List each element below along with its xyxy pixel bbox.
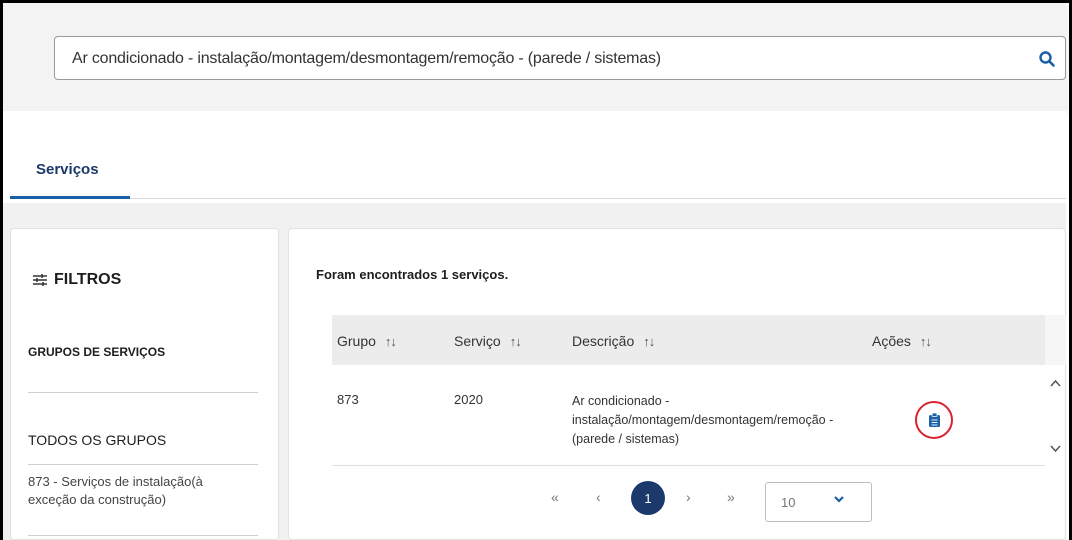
cell-servico: 2020 (454, 392, 483, 407)
sort-icon[interactable]: ↑↓ (643, 334, 655, 349)
tab-servicos[interactable]: Serviços (36, 161, 99, 178)
column-header-label: Grupo (337, 333, 376, 349)
divider (28, 535, 258, 536)
filter-icon (33, 274, 47, 286)
prev-page-button[interactable]: ‹ (596, 489, 601, 505)
cell-grupo: 873 (337, 392, 359, 407)
group-filter-item[interactable]: 873 - Serviços de instalação(à exceção d… (28, 473, 248, 509)
groups-section-label: GRUPOS DE SERVIÇOS (28, 345, 166, 359)
search-bar-area: Ar condicionado - instalação/montagem/de… (3, 3, 1066, 111)
search-input-value[interactable]: Ar condicionado - instalação/montagem/de… (72, 50, 661, 68)
tab-active-indicator (10, 196, 130, 199)
table-scrollbar[interactable] (1045, 365, 1066, 465)
row-divider (332, 465, 1045, 466)
current-page-button[interactable]: 1 (631, 481, 665, 515)
filters-title: FILTROS (32, 271, 121, 289)
results-panel: Foram encontrados 1 serviços. Grupo ↑↓ S… (288, 228, 1066, 540)
all-groups-filter[interactable]: TODOS OS GRUPOS (28, 432, 166, 448)
sort-icon[interactable]: ↑↓ (920, 334, 932, 349)
divider (28, 392, 258, 393)
tabs-bar: Serviços (3, 111, 1066, 203)
column-header-grupo[interactable]: Grupo ↑↓ (337, 333, 397, 349)
first-page-button[interactable]: « (551, 489, 559, 505)
search-input[interactable]: Ar condicionado - instalação/montagem/de… (54, 36, 1066, 80)
filters-title-text: FILTROS (54, 271, 122, 288)
results-count-text: Foram encontrados 1 serviços. (316, 267, 509, 282)
scroll-up-icon[interactable] (1050, 379, 1061, 387)
action-highlight-circle[interactable] (915, 401, 953, 439)
chevron-down-icon (834, 496, 844, 503)
scroll-down-icon[interactable] (1050, 445, 1061, 453)
divider (28, 464, 258, 465)
last-page-button[interactable]: » (727, 489, 735, 505)
page-size-select[interactable]: 10 (765, 482, 872, 522)
scrollbar-header (1045, 315, 1066, 365)
column-header-label: Serviço (454, 333, 501, 349)
clipboard-icon[interactable] (929, 413, 940, 427)
cell-descricao: Ar condicionado - instalação/montagem/de… (572, 394, 834, 446)
column-header-label: Descrição (572, 333, 635, 349)
tabs-divider (130, 198, 1066, 199)
search-icon[interactable] (1038, 50, 1056, 68)
filters-sidebar: FILTROS GRUPOS DE SERVIÇOS TODOS OS GRUP… (10, 228, 279, 540)
table-header: Grupo ↑↓ Serviço ↑↓ Descrição ↑↓ Ações ↑… (332, 315, 1045, 365)
next-page-button[interactable]: › (686, 489, 691, 505)
column-header-label: Ações (872, 333, 911, 349)
sort-icon[interactable]: ↑↓ (385, 334, 397, 349)
column-header-descricao[interactable]: Descrição ↑↓ (572, 333, 655, 349)
sort-icon[interactable]: ↑↓ (510, 334, 522, 349)
column-header-servico[interactable]: Serviço ↑↓ (454, 333, 522, 349)
table-row: 873 2020 Ar condicionado - instalação/mo… (332, 365, 1045, 465)
page-size-value: 10 (781, 495, 796, 510)
column-header-acoes[interactable]: Ações ↑↓ (872, 333, 932, 349)
pagination: « ‹ 1 › » 10 (289, 479, 1067, 522)
